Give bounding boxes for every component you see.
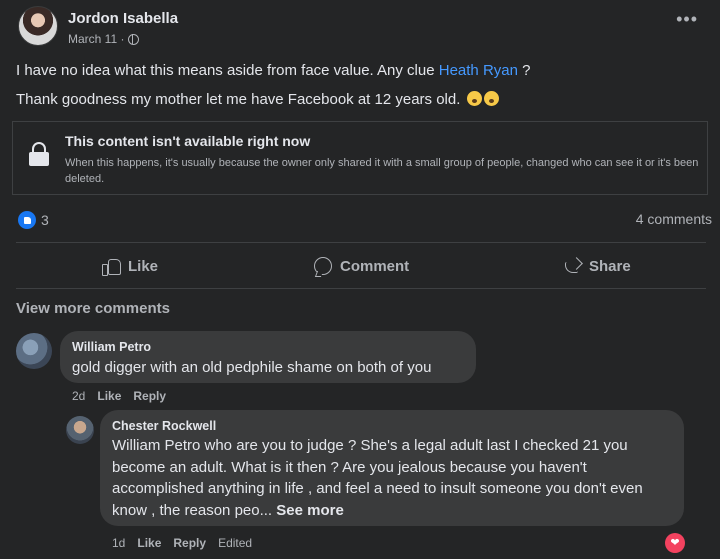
comment-actions: 2d Like Reply: [72, 389, 166, 403]
reaction-count: 3: [41, 212, 49, 228]
post-text-line2-content: Thank goodness my mother let me have Fac…: [16, 91, 461, 108]
post-text-after: ?: [517, 62, 531, 79]
comment-button[interactable]: Comment: [314, 251, 409, 281]
comment-text: William Petro who are you to judge ? She…: [112, 435, 672, 521]
reaction-summary[interactable]: 3: [18, 211, 49, 229]
comment-reply-button[interactable]: Reply: [133, 389, 166, 403]
comments-count-link[interactable]: 4 comments: [636, 211, 712, 227]
unavailable-content-box: This content isn't available right now W…: [12, 121, 708, 195]
author-name[interactable]: Jordon Isabella: [68, 10, 178, 27]
comment-like-button[interactable]: Like: [137, 536, 161, 550]
mention-link[interactable]: Heath Ryan: [439, 62, 518, 79]
comment-bubble-icon: [314, 257, 332, 275]
author-avatar[interactable]: [18, 6, 58, 46]
grimace-emoji-icon: [483, 91, 499, 106]
share-arrow-icon: [563, 258, 581, 274]
lock-icon: [29, 142, 49, 166]
share-label: Share: [589, 257, 631, 275]
post-text-line2: Thank goodness my mother let me have Fac…: [16, 91, 499, 108]
divider: [16, 288, 706, 289]
comment-reply-button[interactable]: Reply: [173, 536, 206, 550]
post-meta: March 11 ·: [68, 32, 140, 46]
thumbs-up-icon: [102, 258, 121, 276]
unavailable-title: This content isn't available right now: [65, 133, 311, 149]
commenter-avatar[interactable]: [66, 416, 94, 444]
view-more-comments-link[interactable]: View more comments: [16, 300, 170, 317]
see-more-link[interactable]: See more: [276, 502, 344, 519]
like-button[interactable]: Like: [102, 251, 158, 281]
comment-text-content: William Petro who are you to judge ? She…: [112, 437, 643, 519]
unavailable-description: When this happens, it's usually because …: [65, 157, 699, 185]
comment-text: gold digger with an old pedphile shame o…: [72, 359, 432, 376]
more-options-icon[interactable]: •••: [676, 10, 698, 28]
flushed-emoji-icon: [466, 91, 482, 106]
commenter-name[interactable]: William Petro: [72, 340, 151, 354]
comment-time[interactable]: 2d: [72, 389, 85, 403]
post-date[interactable]: March 11 ·: [68, 32, 124, 46]
comment-label: Comment: [340, 257, 410, 275]
comment-bubble: Chester Rockwell William Petro who are y…: [100, 410, 684, 526]
comment-like-button[interactable]: Like: [97, 389, 121, 403]
comment-time[interactable]: 1d: [112, 536, 125, 550]
commenter-name[interactable]: Chester Rockwell: [112, 419, 216, 433]
heart-icon[interactable]: ❤: [665, 533, 685, 553]
like-reaction-icon: [18, 211, 36, 229]
post-text-before: I have no idea what this means aside fro…: [16, 62, 439, 79]
globe-icon: [128, 33, 140, 45]
comment-bubble: William Petro gold digger with an old pe…: [60, 331, 476, 383]
post-header: Jordon Isabella March 11 · •••: [18, 6, 708, 52]
comment-actions: 1d Like Reply Edited: [112, 536, 252, 550]
divider: [16, 242, 706, 243]
like-label: Like: [128, 257, 159, 275]
edited-label: Edited: [218, 536, 253, 550]
commenter-avatar[interactable]: [16, 333, 52, 369]
post-text-line1: I have no idea what this means aside fro…: [16, 62, 530, 79]
share-button[interactable]: Share: [563, 251, 631, 281]
